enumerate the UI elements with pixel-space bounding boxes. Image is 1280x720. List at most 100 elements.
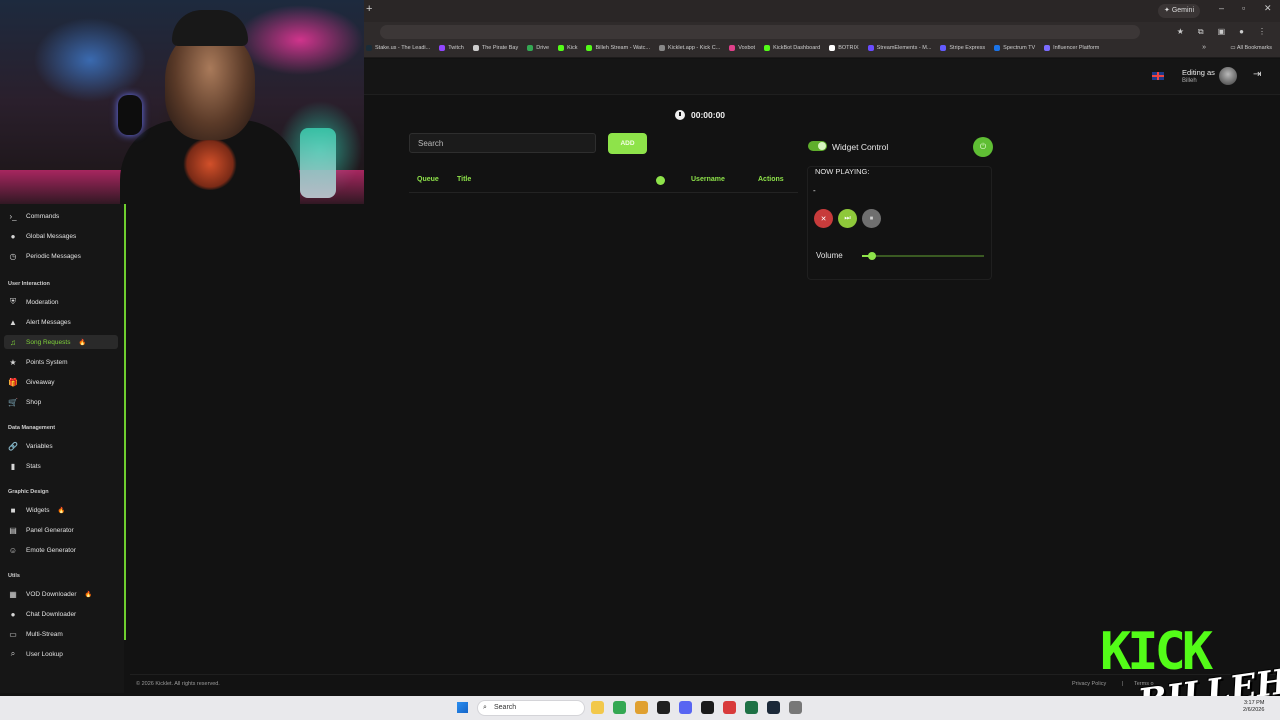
sidebar-item-global-messages[interactable]: ● Global Messages	[4, 229, 118, 243]
bookmarks-overflow-button[interactable]: »	[1202, 44, 1206, 51]
sidebar-item-song-requests[interactable]: ♫ Song Requests 🔥	[4, 335, 118, 349]
column-queue[interactable]: Queue	[417, 176, 439, 183]
bookmark-item[interactable]: Spectrum TV	[994, 45, 1035, 51]
sidebar-item-multi-stream[interactable]: ▭ Multi-Stream	[4, 627, 118, 641]
bookmark-item[interactable]: Kicklet.app - Kick C...	[658, 45, 720, 51]
discord-icon[interactable]	[679, 701, 692, 714]
music-note-icon: ♫	[10, 337, 16, 347]
bookmark-item[interactable]: Billeh Stream - Watc...	[586, 45, 650, 51]
song-search-input[interactable]	[409, 133, 596, 153]
sidebar-item-commands[interactable]: ›_ Commands	[4, 209, 118, 223]
bookmark-item[interactable]: Stake.us - The Leadi...	[366, 45, 430, 51]
sidebar-item-label: Shop	[26, 398, 42, 406]
all-bookmarks-button[interactable]: ▭ All Bookmarks	[1230, 45, 1272, 51]
restore-button[interactable]: ▫	[1242, 3, 1245, 13]
widget-control-toggle[interactable]	[808, 141, 827, 151]
volume-label: Volume	[816, 251, 843, 260]
video-icon: ■	[10, 505, 16, 515]
sidebar-item-label: Song Requests	[26, 338, 71, 346]
bookmark-item[interactable]: KickBot Dashboard	[764, 45, 820, 51]
fire-icon: 🔥	[84, 591, 93, 598]
queue-timer: 00:00:00	[675, 110, 725, 120]
excel-icon[interactable]	[745, 701, 758, 714]
pause-button[interactable]: ⏸	[862, 209, 881, 228]
webcam-hat	[172, 10, 248, 46]
sidebar-item-chat-downloader[interactable]: ● Chat Downloader	[4, 607, 118, 621]
sidebar-item-points-system[interactable]: ★ Points System	[4, 355, 118, 369]
bookmark-item[interactable]: Kick	[558, 45, 577, 51]
file-explorer-icon[interactable]	[591, 701, 604, 714]
media-icon[interactable]: ▣	[1218, 27, 1226, 37]
sidebar-item-vod-downloader[interactable]: ▦ VOD Downloader 🔥	[4, 587, 118, 601]
taskbar-apps	[591, 701, 802, 714]
sidebar-item-periodic-messages[interactable]: ◷ Periodic Messages	[4, 249, 118, 263]
sidebar-item-variables[interactable]: 🔗 Variables	[4, 439, 118, 453]
extensions-icon[interactable]: ⧉	[1198, 27, 1204, 37]
webcam-bottle	[300, 128, 336, 198]
bookmark-item[interactable]: Influencer Platform	[1044, 45, 1099, 51]
sidebar-scrollbar[interactable]	[124, 204, 126, 640]
clock-icon: ◷	[9, 251, 17, 261]
chrome-icon[interactable]	[613, 701, 626, 714]
sidebar-item-label: Commands	[26, 212, 60, 220]
bookmark-item[interactable]: Voxbot	[729, 45, 755, 51]
add-song-button[interactable]: ADD	[608, 133, 647, 154]
gift-icon: 🎁	[8, 377, 18, 387]
sidebar-item-moderation[interactable]: ⛨ Moderation	[4, 295, 118, 309]
sidebar-item-label: Periodic Messages	[26, 252, 81, 260]
sidebar-item-giveaway[interactable]: 🎁 Giveaway	[4, 375, 118, 389]
sidebar-item-emote-generator[interactable]: ☺ Emote Generator	[4, 543, 118, 557]
app-icon-2[interactable]	[657, 701, 670, 714]
queue-table-header: Queue Title Username Actions	[409, 172, 798, 193]
app-icon-4[interactable]	[723, 701, 736, 714]
bookmark-item[interactable]: Stripe Express	[940, 45, 985, 51]
close-window-button[interactable]: ✕	[1264, 3, 1272, 14]
bookmark-item[interactable]: Twitch	[439, 45, 464, 51]
profile-icon[interactable]: ●	[1239, 27, 1244, 37]
app-icon-3[interactable]	[701, 701, 714, 714]
sidebar-item-label: Moderation	[26, 298, 59, 306]
steam-icon[interactable]	[767, 701, 780, 714]
uk-flag-icon[interactable]	[1152, 72, 1164, 80]
cart-icon: 🛒	[8, 397, 18, 407]
sidebar-item-widgets[interactable]: ■ Widgets 🔥	[4, 503, 118, 517]
stop-button[interactable]: ✕	[814, 209, 833, 228]
taskbar-clock[interactable]: 3:17 PM 2/6/2026	[1243, 700, 1264, 714]
sidebar-item-label: Giveaway	[26, 378, 55, 386]
column-title[interactable]: Title	[457, 176, 471, 183]
bookmark-label: Drive	[536, 45, 550, 51]
bookmark-star-icon[interactable]: ★	[1177, 27, 1184, 37]
bookmark-label: The Pirate Bay	[481, 45, 519, 51]
sidebar-item-user-lookup[interactable]: ⌕ User Lookup	[4, 647, 118, 661]
gemini-button[interactable]: ✦ Gemini	[1158, 4, 1200, 18]
bookmark-item[interactable]: Drive	[527, 45, 549, 51]
new-tab-button[interactable]: +	[366, 3, 372, 15]
menu-icon[interactable]: ⋮	[1258, 27, 1266, 37]
duration-clock-icon[interactable]	[656, 176, 665, 185]
settings-icon[interactable]	[789, 701, 802, 714]
bookmark-label: Twitch	[448, 45, 464, 51]
bookmark-item[interactable]: The Pirate Bay	[472, 45, 519, 51]
sidebar-item-alert-messages[interactable]: ▲ Alert Messages	[4, 315, 118, 329]
volume-slider[interactable]	[862, 252, 984, 260]
sidebar: ›_ Commands ● Global Messages ◷ Periodic Mess…	[0, 204, 124, 693]
taskbar-search[interactable]: ⌕ Search	[477, 700, 585, 716]
volume-thumb[interactable]	[867, 252, 876, 260]
address-bar[interactable]	[380, 25, 1140, 39]
widget-power-button[interactable]: ⏻	[973, 137, 993, 157]
bookmark-favicon-icon	[472, 45, 479, 51]
bookmark-item[interactable]: StreamElements - M...	[867, 45, 931, 51]
sidebar-item-stats[interactable]: ▮ Stats	[4, 459, 118, 473]
windows-start-icon[interactable]	[457, 702, 468, 713]
bookmark-item[interactable]: BOTRIX	[829, 45, 859, 51]
column-username[interactable]: Username	[691, 176, 725, 183]
sidebar-item-panel-generator[interactable]: ▤ Panel Generator	[4, 523, 118, 537]
sidebar-item-shop[interactable]: 🛒 Shop	[4, 395, 118, 409]
bookmark-favicon-icon	[867, 45, 874, 51]
logout-icon[interactable]: ⇥	[1253, 69, 1265, 81]
minimize-button[interactable]: –	[1219, 3, 1224, 13]
bookmark-favicon-icon	[764, 45, 771, 51]
app-icon-1[interactable]	[635, 701, 648, 714]
skip-button[interactable]: ⏭	[838, 209, 857, 228]
avatar[interactable]	[1219, 67, 1237, 85]
